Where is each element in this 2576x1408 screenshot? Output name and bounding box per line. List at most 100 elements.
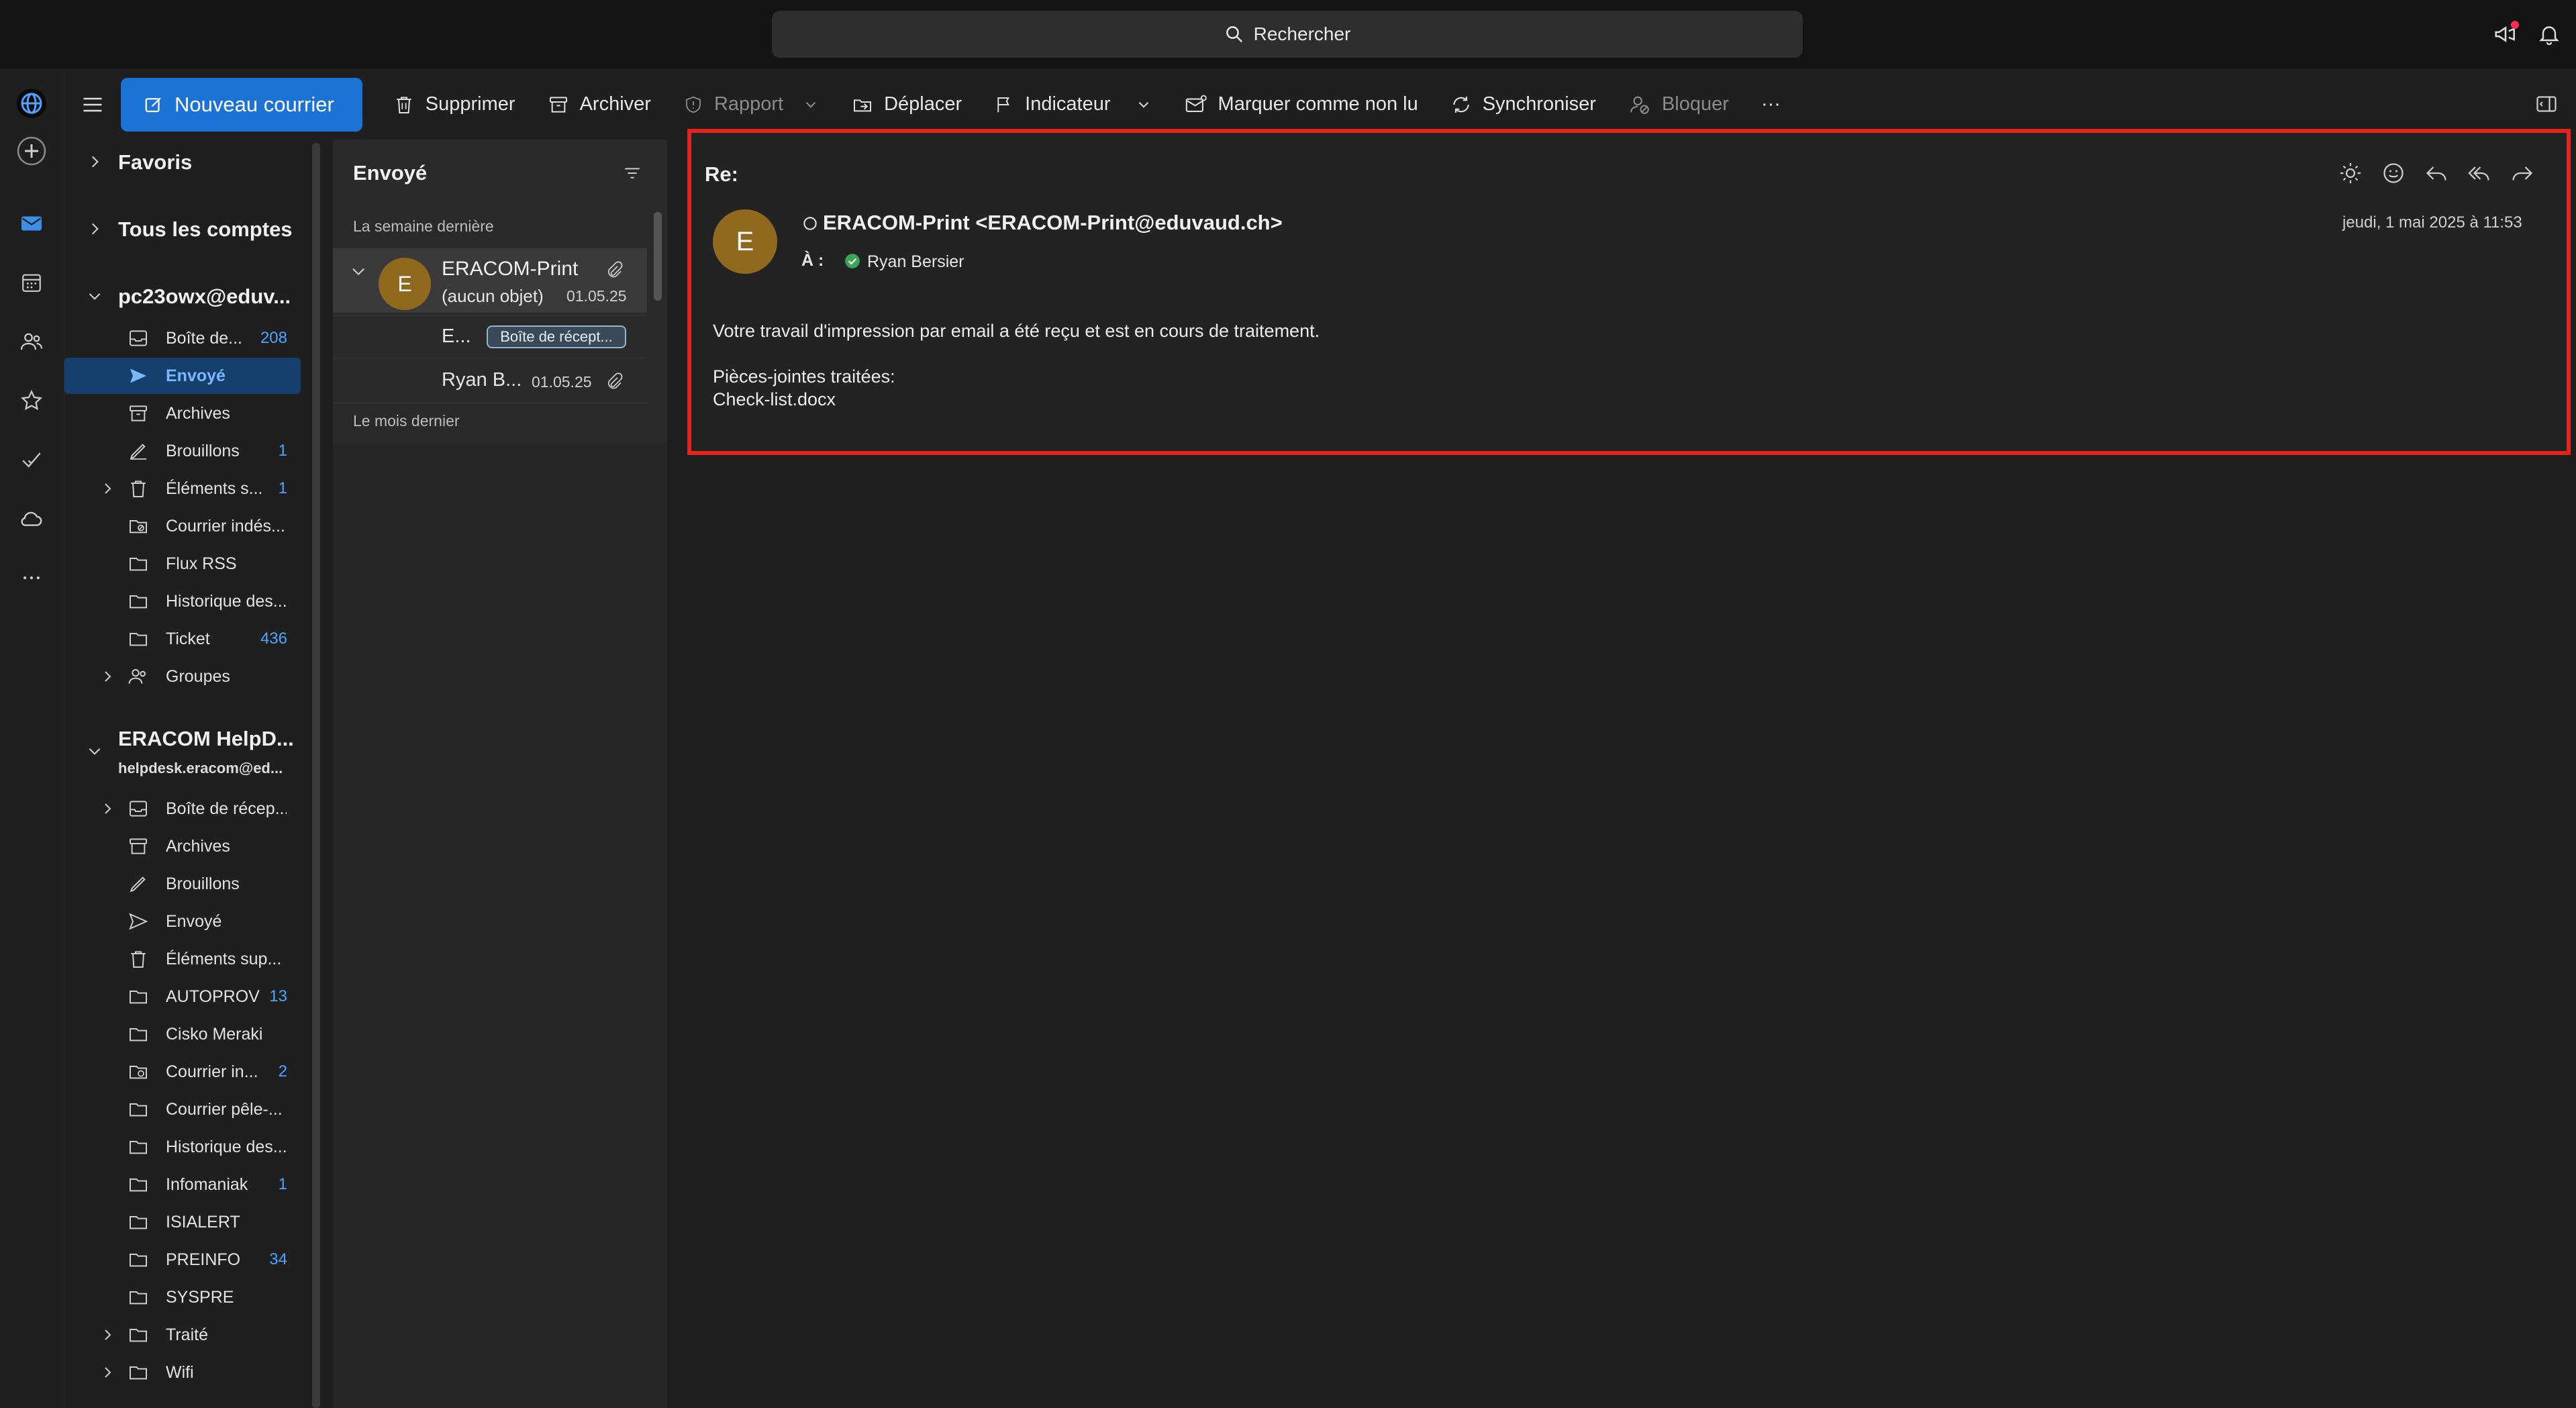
folder-junk[interactable]: Courrier indés... bbox=[64, 508, 301, 544]
forward-icon[interactable] bbox=[2510, 161, 2534, 185]
folder-inbox[interactable]: Boîte de récep... bbox=[64, 791, 301, 827]
move-folder-icon bbox=[854, 99, 872, 111]
chevron-down-icon[interactable] bbox=[802, 96, 820, 113]
trash-icon bbox=[131, 951, 146, 968]
folder-drafts[interactable]: Brouillons 1 bbox=[64, 433, 301, 469]
folder-label: Traité bbox=[166, 1325, 208, 1344]
new-mail-button[interactable]: Nouveau courrier bbox=[121, 77, 362, 132]
report-label: Rapport bbox=[713, 93, 784, 115]
chevron-right-icon[interactable] bbox=[99, 801, 115, 817]
group-header: Le mois dernier bbox=[353, 412, 460, 430]
message-thread-row[interactable]: E ERACOM-Print (aucun objet) 01.05.25 bbox=[333, 248, 647, 313]
thread-child-row[interactable]: E... Boîte de récept... bbox=[333, 316, 647, 358]
brightness-icon[interactable] bbox=[2338, 161, 2363, 185]
chevron-down-icon[interactable] bbox=[349, 262, 368, 281]
emoji-icon[interactable] bbox=[2381, 161, 2406, 185]
folder-label: Ticket bbox=[166, 629, 210, 648]
folder-infomaniak[interactable]: Infomaniak 1 bbox=[64, 1166, 301, 1203]
hamburger-menu-button[interactable] bbox=[64, 78, 121, 132]
folder-count: 1 bbox=[278, 479, 287, 497]
reply-icon[interactable] bbox=[2424, 161, 2448, 185]
delete-button[interactable]: Supprimer bbox=[377, 78, 532, 132]
star-icon[interactable] bbox=[15, 384, 48, 417]
folder-sent[interactable]: Envoyé bbox=[64, 903, 301, 940]
globe-icon[interactable] bbox=[15, 87, 48, 120]
message-list: Envoyé La semaine dernière E ERACOM-Prin… bbox=[333, 140, 667, 1408]
folder-autoprov[interactable]: AUTOPROV 13 bbox=[64, 978, 301, 1015]
folder-junk[interactable]: Courrier in... 2 bbox=[64, 1054, 301, 1090]
date: 01.05.25 bbox=[532, 373, 592, 391]
archive-icon bbox=[549, 96, 567, 113]
folder-drafts[interactable]: Brouillons bbox=[64, 866, 301, 902]
sync-button[interactable]: Synchroniser bbox=[1434, 78, 1612, 132]
sync-label: Synchroniser bbox=[1482, 93, 1596, 115]
flag-button[interactable]: Indicateur bbox=[978, 78, 1168, 132]
cloud-icon[interactable] bbox=[15, 502, 48, 536]
favorites-header[interactable]: Favoris bbox=[118, 150, 192, 174]
chevron-right-icon[interactable] bbox=[99, 1364, 115, 1380]
compose-icon bbox=[145, 97, 161, 112]
folder-deleted[interactable]: Éléments sup... bbox=[64, 941, 301, 977]
recipient[interactable]: Ryan Bersier bbox=[867, 252, 964, 272]
filter-icon[interactable] bbox=[622, 162, 643, 184]
folder-count: 2 bbox=[278, 1062, 287, 1080]
search-input[interactable]: Rechercher bbox=[772, 11, 1803, 58]
chevron-right-icon[interactable] bbox=[99, 668, 115, 685]
reply-all-icon[interactable] bbox=[2467, 161, 2491, 185]
mail-icon[interactable] bbox=[15, 207, 48, 240]
folder-rss[interactable]: Flux RSS bbox=[64, 546, 301, 582]
folder-inbox[interactable]: Boîte de... 208 bbox=[64, 320, 301, 356]
mail-unread-icon bbox=[1185, 95, 1207, 112]
thread-child-row[interactable]: Ryan B... 01.05.25 bbox=[333, 358, 647, 403]
todo-check-icon[interactable] bbox=[15, 443, 48, 476]
folder-history[interactable]: Historique des... bbox=[64, 583, 301, 619]
announcements-icon[interactable] bbox=[2491, 19, 2520, 49]
new-mail-label: Nouveau courrier bbox=[175, 92, 334, 116]
all-accounts-header[interactable]: Tous les comptes bbox=[118, 217, 293, 242]
chevron-right-icon[interactable] bbox=[86, 153, 103, 170]
archive-button[interactable]: Archiver bbox=[532, 78, 667, 132]
folder-archives[interactable]: Archives bbox=[64, 395, 301, 432]
folder-tag: Boîte de récept... bbox=[487, 325, 626, 348]
chevron-down-icon[interactable] bbox=[86, 742, 103, 760]
folder-preinfo[interactable]: PREINFO 34 bbox=[64, 1242, 301, 1278]
add-account-icon[interactable] bbox=[15, 134, 48, 168]
chevron-right-icon[interactable] bbox=[86, 220, 103, 238]
chevron-right-icon[interactable] bbox=[99, 1327, 115, 1343]
folder-count: 34 bbox=[269, 1250, 287, 1268]
folder-syspre[interactable]: SYSPRE bbox=[64, 1279, 301, 1315]
chevron-down-icon[interactable] bbox=[86, 287, 103, 305]
chevron-down-icon[interactable] bbox=[1135, 96, 1152, 113]
move-button[interactable]: Déplacer bbox=[836, 78, 978, 132]
mark-unread-button[interactable]: Marquer comme non lu bbox=[1169, 78, 1434, 132]
folder-wifi[interactable]: Wifi bbox=[64, 1354, 301, 1391]
folder-label: Éléments s... bbox=[166, 479, 263, 498]
trash-icon bbox=[131, 481, 146, 497]
folder-groups[interactable]: Groupes bbox=[64, 658, 301, 695]
more-apps-icon[interactable] bbox=[15, 561, 48, 595]
email-from[interactable]: ERACOM-Print <ERACOM-Print@eduvaud.ch> bbox=[823, 211, 1283, 235]
folder-traite[interactable]: Traité bbox=[64, 1317, 301, 1353]
chevron-right-icon[interactable] bbox=[99, 481, 115, 497]
folder-archives[interactable]: Archives bbox=[64, 828, 301, 864]
report-button[interactable]: Rapport bbox=[667, 78, 836, 132]
notifications-bell-icon[interactable] bbox=[2534, 19, 2564, 49]
calendar-icon[interactable] bbox=[15, 266, 48, 299]
account-header[interactable]: pc23owx@eduv... bbox=[118, 285, 291, 309]
folder-cisko[interactable]: Cisko Meraki bbox=[64, 1016, 301, 1052]
message-list-scrollbar[interactable] bbox=[654, 212, 662, 301]
folder-count: 436 bbox=[260, 630, 287, 648]
people-icon[interactable] bbox=[15, 325, 48, 358]
folder-isialert[interactable]: ISIALERT bbox=[64, 1204, 301, 1240]
flag-label: Indicateur bbox=[1025, 93, 1111, 115]
account-header[interactable]: ERACOM HelpD... bbox=[118, 727, 294, 751]
folder-clutter[interactable]: Courrier pêle-... bbox=[64, 1091, 301, 1127]
folder-ticket[interactable]: Ticket 436 bbox=[64, 621, 301, 657]
more-options-button[interactable]: ··· bbox=[1745, 78, 1797, 132]
block-button[interactable]: Bloquer bbox=[1612, 78, 1745, 132]
reading-pane-toggle-icon[interactable] bbox=[2534, 92, 2559, 116]
folder-history[interactable]: Historique des... bbox=[64, 1129, 301, 1165]
folder-deleted[interactable]: Éléments s... 1 bbox=[64, 470, 301, 507]
folder-scrollbar[interactable] bbox=[312, 143, 320, 1408]
folder-sent[interactable]: Envoyé bbox=[64, 358, 301, 394]
